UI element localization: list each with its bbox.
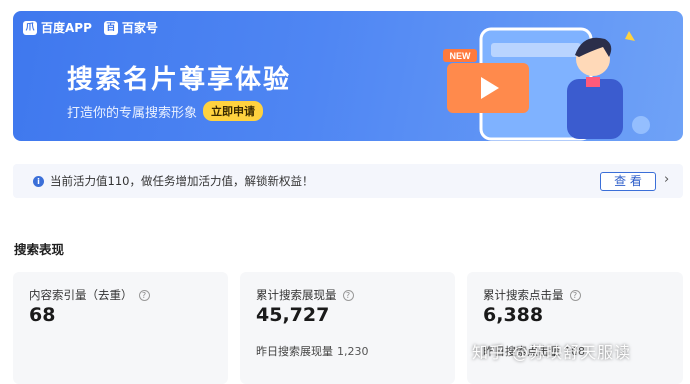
baijiahao-label: 百家号 <box>121 21 158 35</box>
apply-now-button[interactable]: 立即申请 <box>203 101 264 121</box>
chevron-right-icon[interactable]: › <box>664 172 669 187</box>
stat-card-impressions: 累计搜索展现量 ? 45,727 昨日搜索展现量 1,230 <box>240 272 455 384</box>
view-button[interactable]: 查 看 <box>600 172 656 191</box>
help-icon[interactable]: ? <box>569 289 581 301</box>
section-title: 搜索表现 <box>14 242 65 257</box>
stat-value: 6,388 <box>483 304 544 326</box>
help-icon[interactable]: ? <box>138 289 150 301</box>
stat-card-clicks: 累计搜索点击量 ? 6,388 昨日搜索点击量 168 <box>467 272 683 384</box>
stat-label-row: 内容索引量（去重） ? <box>29 287 150 303</box>
banner-illustration: NEW <box>443 27 650 141</box>
screen-bar-illustration <box>491 43 581 57</box>
brand-row: 爪 百度APP 百 百家号 <box>23 19 158 36</box>
banner-subtitle: 打造你的专属搜索形象 <box>67 105 198 121</box>
banner-title: 搜索名片尊享体验 <box>67 65 292 95</box>
baijiahao-brand: 百 百家号 <box>103 19 158 36</box>
paw-icon: 爪 <box>23 20 37 35</box>
stat-label-row: 累计搜索展现量 ? <box>256 287 354 303</box>
vitality-notice-bar: i 当前活力值110，做任务增加活力值，解锁新权益！ 查 看 › <box>13 164 683 198</box>
baidu-app-label: 百度APP <box>41 21 92 35</box>
baidu-app-brand: 爪 百度APP <box>23 19 92 36</box>
new-tag-label: NEW <box>450 51 472 61</box>
stat-value: 68 <box>29 304 56 326</box>
stat-value: 45,727 <box>256 304 330 326</box>
baijiahao-logo-icon: 百 <box>103 20 118 35</box>
notice-text: 当前活力值110，做任务增加活力值，解锁新权益！ <box>50 174 314 188</box>
watermark: 知乎 @苏映舒天服读 <box>472 343 632 362</box>
promo-banner[interactable]: 爪 百度APP 百 百家号 搜索名片尊享体验 打造你的专属搜索形象 立即申请 N… <box>13 11 683 141</box>
stat-label: 内容索引量（去重） <box>29 288 133 302</box>
person-body-illustration <box>567 79 623 139</box>
bowtie-illustration <box>586 77 600 87</box>
stat-label: 累计搜索点击量 <box>483 288 564 302</box>
stat-label: 累计搜索展现量 <box>256 288 337 302</box>
banner-subtitle-row: 打造你的专属搜索形象 立即申请 <box>67 101 264 121</box>
info-icon: i <box>33 175 44 187</box>
stat-label-row: 累计搜索点击量 ? <box>483 287 581 303</box>
sparkle-illustration <box>625 31 635 41</box>
stat-sub-row: 昨日搜索展现量 1,230 <box>256 343 369 359</box>
stat-sub-label: 昨日搜索展现量 <box>256 345 333 358</box>
bubble-illustration <box>632 116 650 134</box>
stat-sub-value: 1,230 <box>337 345 369 358</box>
help-icon[interactable]: ? <box>342 289 354 301</box>
stat-card-index: 内容索引量（去重） ? 68 <box>13 272 228 384</box>
